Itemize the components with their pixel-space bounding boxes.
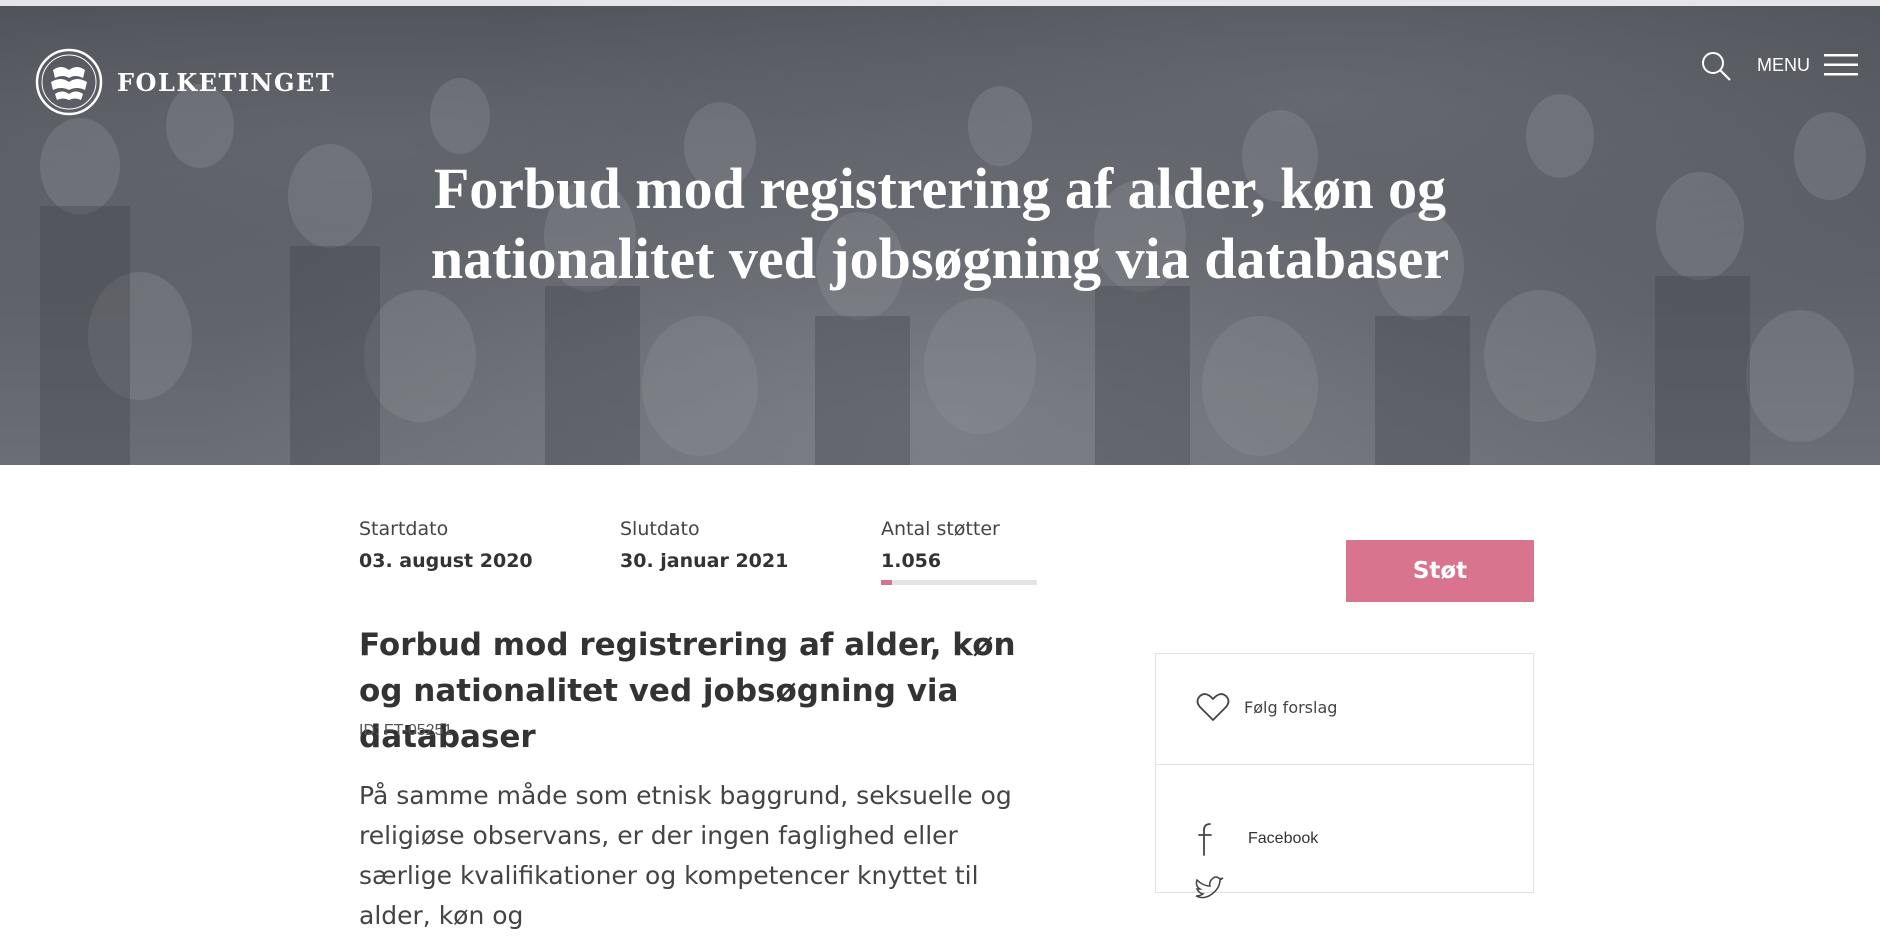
end-date-value: 30. januar 2021: [620, 550, 789, 572]
end-date-label: Slutdato: [620, 518, 700, 540]
menu-label: MENU: [1757, 54, 1810, 75]
card-divider: [1156, 764, 1533, 765]
action-sidebar-card: Følg forslag Facebook: [1155, 653, 1534, 899]
hero-title: Forbud mod registrering af alder, køn og…: [430, 156, 1450, 291]
share-facebook-label: Facebook: [1248, 830, 1319, 847]
twitter-icon[interactable]: [1194, 876, 1224, 900]
supporters-progress-fill: [881, 580, 892, 585]
start-date-value: 03. august 2020: [359, 550, 533, 572]
heart-icon: [1196, 693, 1230, 721]
hero-banner: FOLKETINGET MENU Forbud mod registrering…: [0, 6, 1880, 465]
coat-of-arms-icon: [35, 48, 103, 116]
proposal-id: ID: FT-05251: [359, 722, 453, 739]
follow-proposal-label: Følg forslag: [1244, 697, 1338, 717]
support-button[interactable]: Støt: [1346, 540, 1534, 602]
proposal-title: Forbud mod registrering af alder, køn og…: [359, 627, 1016, 755]
supporters-progress-bar: [881, 580, 1037, 585]
hamburger-menu-icon: [1824, 54, 1858, 76]
follow-proposal-button[interactable]: Følg forslag: [1196, 692, 1337, 722]
search-icon[interactable]: [1700, 50, 1732, 82]
site-logo[interactable]: FOLKETINGET: [35, 48, 335, 116]
logo-wordmark: FOLKETINGET: [117, 67, 336, 97]
share-facebook-link[interactable]: Facebook: [1196, 822, 1318, 856]
end-date: Slutdato 30. januar 2021: [620, 518, 788, 572]
supporters-value: 1.056: [881, 550, 942, 572]
menu-button[interactable]: MENU: [1757, 52, 1858, 78]
supporters-count: Antal støtter 1.056: [881, 518, 1037, 585]
supporters-label: Antal støtter: [881, 518, 1000, 540]
facebook-icon: [1198, 823, 1212, 856]
proposal-body: På samme måde som etnisk baggrund, seksu…: [359, 781, 1012, 930]
start-date: Startdato 03. august 2020: [359, 518, 533, 572]
start-date-label: Startdato: [359, 518, 449, 540]
